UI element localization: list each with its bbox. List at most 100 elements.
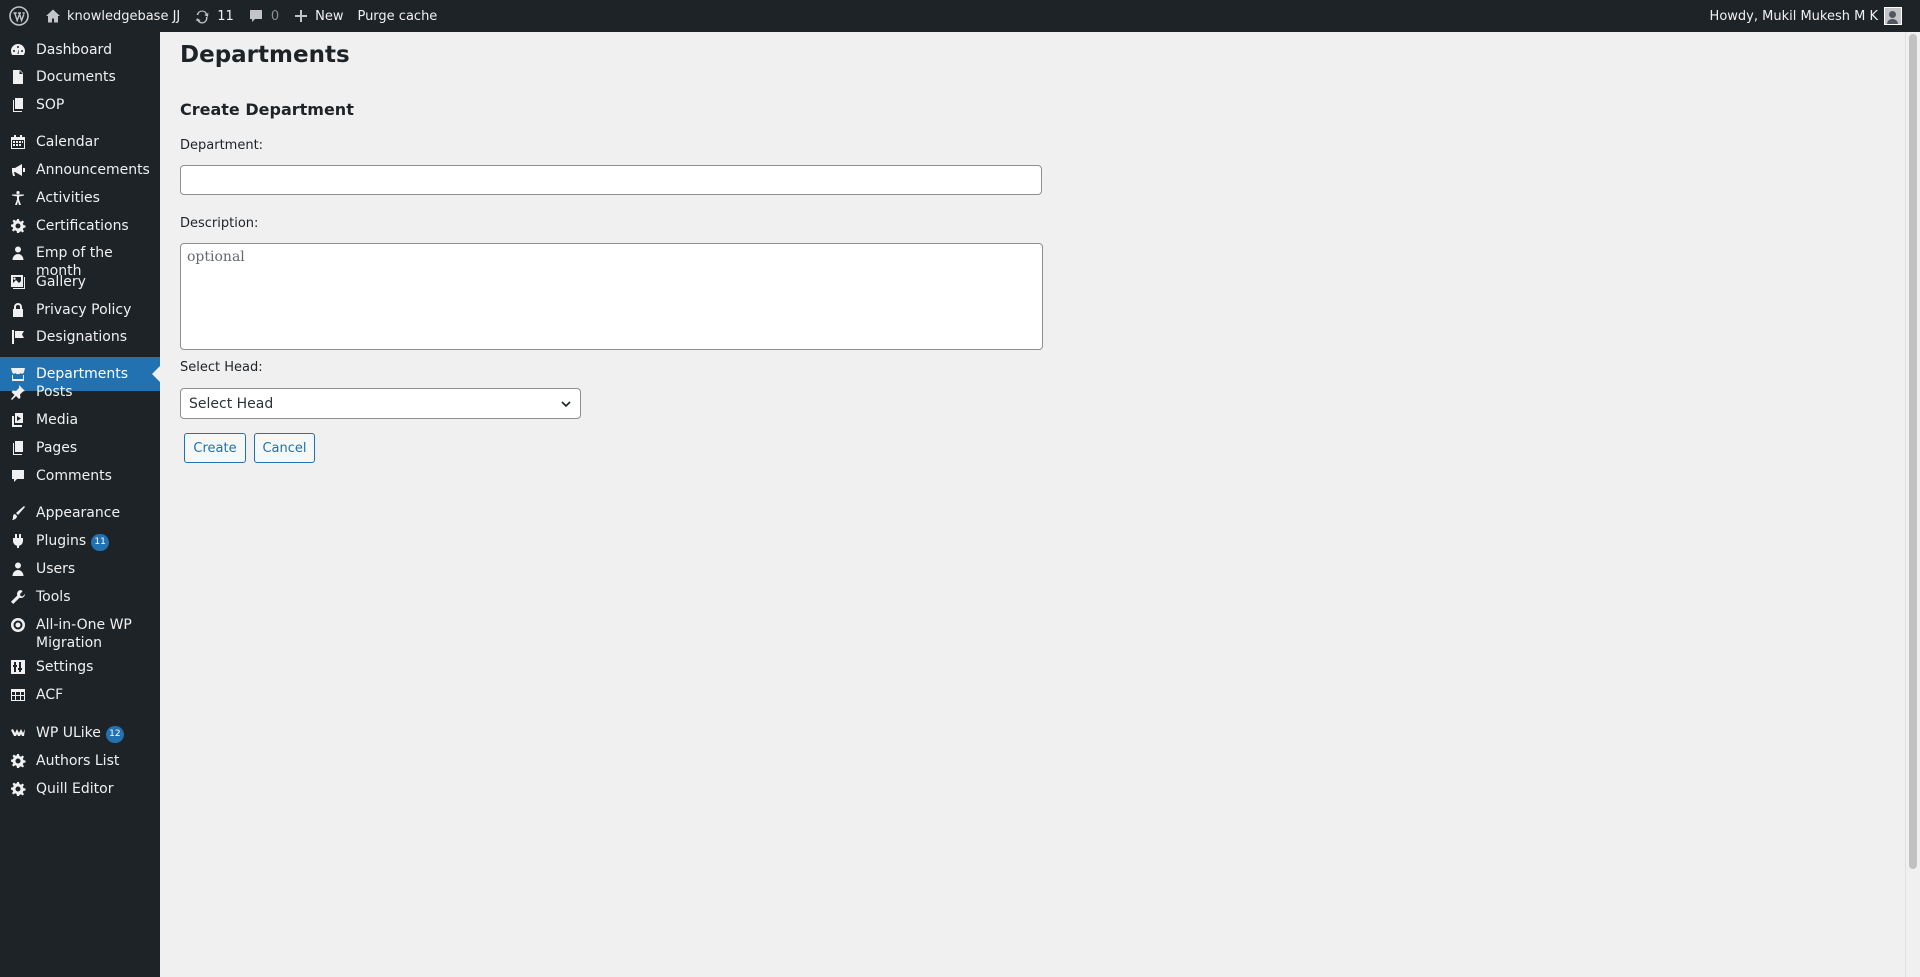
sidebar-item-label: Media [36, 412, 79, 428]
sidebar-item-posts[interactable]: Posts [0, 383, 160, 401]
sidebar-item-pages[interactable]: Pages [0, 439, 160, 457]
sidebar-item-label: Appearance [36, 505, 121, 521]
sidebar-item-label: Departments [36, 366, 129, 382]
migration-icon [8, 616, 28, 634]
megaphone-icon [8, 161, 28, 179]
cancel-button[interactable]: Cancel [254, 433, 315, 463]
sidebar-item-media[interactable]: Media [0, 411, 160, 429]
purge-cache-link[interactable]: Purge cache [350, 0, 444, 32]
sidebar-item-label: Users [36, 561, 76, 577]
sidebar-item-label: Settings [36, 659, 94, 675]
chevron-down-icon [561, 401, 571, 408]
site-name: knowledgebase JJ [67, 8, 181, 24]
sidebar-item-designations[interactable]: Designations [0, 328, 160, 346]
sidebar-item-label: Plugins [36, 533, 87, 549]
sidebar-item-label: Announcements [36, 162, 150, 178]
sidebar-item-label: Comments [36, 468, 112, 484]
new-content-link[interactable]: New [286, 0, 350, 32]
howdy-text: Howdy, Mukil Mukesh M K [1709, 8, 1878, 24]
calendar-icon [8, 133, 28, 151]
universal-access-icon [8, 189, 28, 207]
sidebar-item-label: Calendar [36, 134, 99, 150]
sidebar-item-calendar[interactable]: Calendar [0, 133, 160, 151]
department-input[interactable] [180, 165, 1042, 195]
comments-link[interactable]: 0 [241, 0, 286, 32]
brush-icon [8, 504, 28, 522]
avatar [1884, 7, 1902, 25]
sidebar-item-privacy-policy[interactable]: Privacy Policy [0, 301, 160, 319]
pages-icon [8, 96, 28, 114]
site-home-link[interactable]: knowledgebase JJ [38, 0, 187, 32]
page-title: Departments [180, 42, 350, 68]
media-icon [8, 411, 28, 429]
purge-cache-label: Purge cache [357, 8, 438, 24]
sidebar-item-label: Privacy Policy [36, 302, 132, 318]
plus-icon [295, 10, 308, 22]
updates-count: 11 [217, 8, 234, 24]
my-account[interactable]: Howdy, Mukil Mukesh M K [1710, 0, 1920, 32]
comments-count: 0 [270, 8, 280, 24]
update-count-badge: 11 [91, 534, 110, 551]
select-head-label: Select Head: [180, 360, 263, 375]
sidebar-item-plugins[interactable]: Plugins 11 [0, 532, 160, 551]
sidebar-item-tools[interactable]: Tools [0, 588, 160, 606]
updates-link[interactable]: 11 [187, 0, 241, 32]
sidebar-item-label: Posts [36, 384, 73, 400]
description-label: Description: [180, 216, 259, 231]
plugin-icon [8, 532, 28, 550]
lock-icon [8, 301, 28, 319]
description-textarea[interactable] [180, 243, 1043, 350]
comment-icon [249, 10, 262, 22]
sidebar-item-comments[interactable]: Comments [0, 467, 160, 485]
dashboard-icon [8, 41, 28, 59]
sidebar-item-quill-editor[interactable]: Quill Editor [0, 780, 160, 798]
sidebar-item-acf[interactable]: ACF [0, 686, 160, 704]
page-scrollbar[interactable] [1905, 32, 1920, 977]
sidebar-item-appearance[interactable]: Appearance [0, 504, 160, 522]
sidebar-item-label: ACF [36, 687, 64, 703]
refresh-icon [195, 10, 209, 24]
sidebar-item-all-in-one-wp-migration[interactable]: All-in-One WP Migration [0, 616, 160, 652]
section-title: Create Department [180, 100, 354, 119]
sidebar-item-wp-ulike[interactable]: WP ULike 12 [0, 724, 160, 743]
sidebar-item-announcements[interactable]: Announcements [0, 161, 160, 179]
select-head-dropdown[interactable]: Select Head [180, 388, 581, 419]
create-button[interactable]: Create [184, 433, 246, 463]
sidebar-item-gallery[interactable]: Gallery [0, 273, 160, 291]
sidebar-item-label: Certifications [36, 218, 129, 234]
wrench-icon [8, 588, 28, 606]
sidebar-item-certifications[interactable]: Certifications [0, 217, 160, 235]
pages-icon [8, 439, 28, 457]
user-icon [8, 244, 28, 262]
sidebar-item-label: Documents [36, 69, 116, 85]
gear-icon [8, 217, 28, 235]
admin-bar: knowledgebase JJ 11 0 New Purge cache Ho… [0, 0, 1920, 32]
ulike-icon [8, 724, 28, 742]
scrollbar-thumb[interactable] [1909, 34, 1917, 869]
document-icon [8, 68, 28, 86]
sidebar-item-dashboard[interactable]: Dashboard [0, 41, 160, 59]
sidebar-item-activities[interactable]: Activities [0, 189, 160, 207]
sidebar-item-documents[interactable]: Documents [0, 68, 160, 86]
flag-icon [8, 328, 28, 346]
sidebar-item-authors-list[interactable]: Authors List [0, 752, 160, 770]
sidebar-item-label: All-in-One WP Migration [36, 617, 132, 651]
settings-icon [8, 658, 28, 676]
pin-icon [8, 383, 28, 401]
sidebar-item-label: Gallery [36, 274, 86, 290]
new-label: New [315, 8, 344, 24]
sidebar-item-users[interactable]: Users [0, 560, 160, 578]
comment-icon [8, 467, 28, 485]
sidebar-item-label: Activities [36, 190, 100, 206]
sidebar-item-label: WP ULike [36, 725, 101, 741]
gear-icon [8, 752, 28, 770]
sidebar-item-label: SOP [36, 97, 65, 113]
sidebar-item-label: Designations [36, 329, 128, 345]
home-icon [46, 9, 60, 23]
update-count-badge: 12 [105, 726, 124, 743]
gear-icon [8, 780, 28, 798]
sidebar-item-label: Quill Editor [36, 781, 114, 797]
sidebar-item-settings[interactable]: Settings [0, 658, 160, 676]
sidebar-item-sop[interactable]: SOP [0, 96, 160, 114]
wordpress-logo-icon[interactable] [0, 0, 38, 32]
